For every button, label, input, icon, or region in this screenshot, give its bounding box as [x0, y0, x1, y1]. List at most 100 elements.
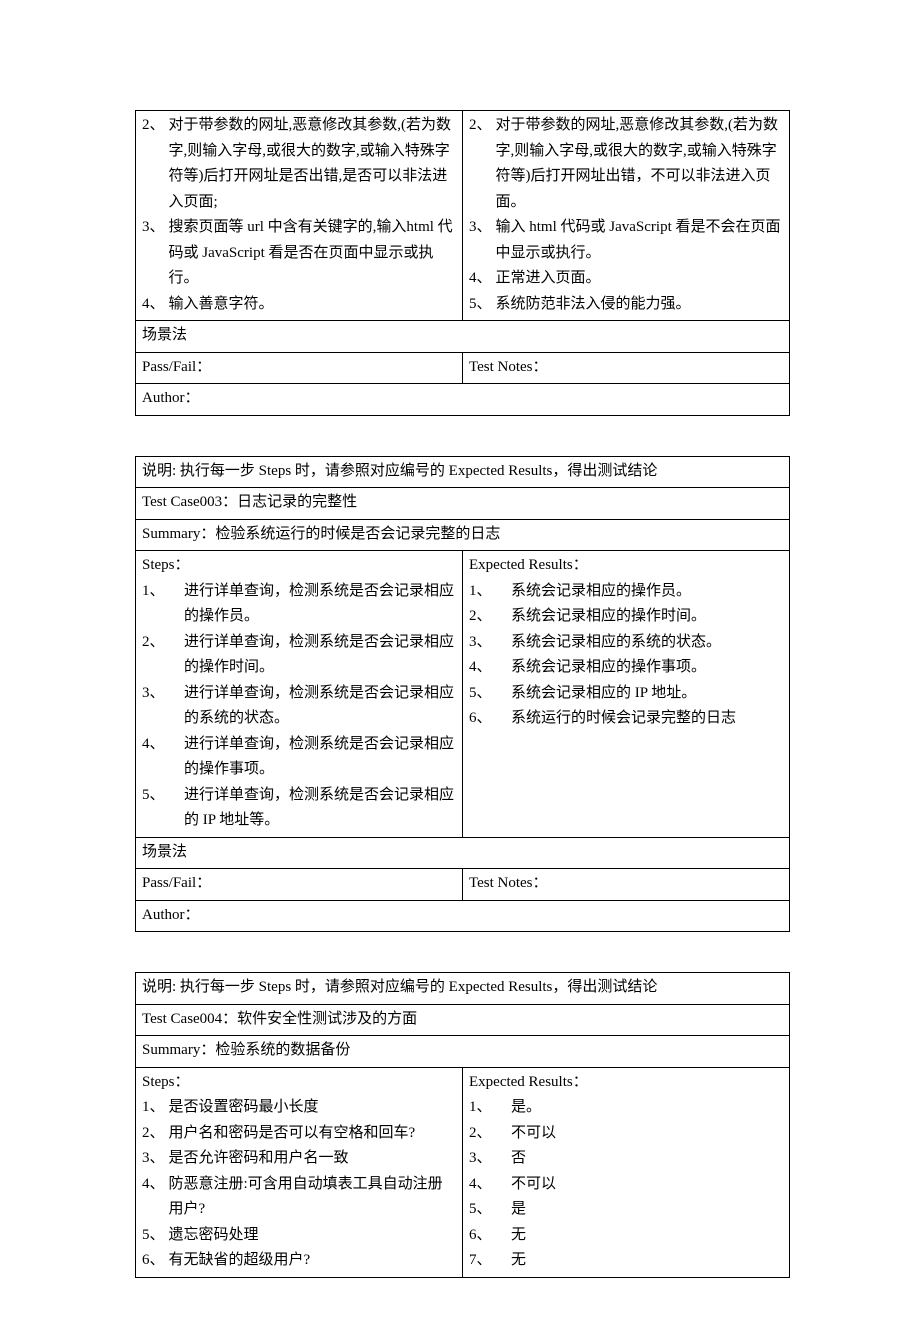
- list-text: 系统防范非法入侵的能力强。: [496, 292, 783, 318]
- list-item: 4、输入善意字符。: [142, 292, 456, 318]
- list-text: 进行详单查询，检测系统是否会记录相应的操作事项。: [184, 732, 456, 783]
- list-number: 5、: [469, 681, 511, 707]
- list-number: 4、: [142, 732, 184, 758]
- list-number: 7、: [469, 1248, 511, 1274]
- list-number: 4、: [469, 266, 496, 292]
- list-text: 不可以: [511, 1172, 783, 1198]
- expected-results-label: Expected Results：: [469, 1070, 783, 1096]
- list-item: 1、是否设置密码最小长度: [142, 1095, 456, 1121]
- list-item: 6、有无缺省的超级用户?: [142, 1248, 456, 1274]
- list-number: 5、: [469, 1197, 511, 1223]
- list-text: 输入善意字符。: [169, 292, 456, 318]
- list-number: 3、: [469, 1146, 511, 1172]
- list-item: 5、是: [469, 1197, 783, 1223]
- list-item: 7、无: [469, 1248, 783, 1274]
- list-text: 无: [511, 1223, 783, 1249]
- list-number: 3、: [469, 215, 496, 241]
- table-row: 场景法: [136, 837, 790, 869]
- list-text: 进行详单查询，检测系统是否会记录相应的操作员。: [184, 579, 456, 630]
- testnotes-cell: Test Notes：: [463, 869, 790, 901]
- list-number: 3、: [469, 630, 511, 656]
- list-item: 5、系统防范非法入侵的能力强。: [469, 292, 783, 318]
- list-text: 搜索页面等 url 中含有关键字的,输入html 代码或 JavaScript …: [169, 215, 456, 292]
- table-row: 2、对于带参数的网址,恶意修改其参数,(若为数字,则输入字母,或很大的数字,或输…: [136, 111, 790, 321]
- list-number: 1、: [142, 1095, 169, 1121]
- summary-cell: Summary：检验系统运行的时候是否会记录完整的日志: [136, 519, 790, 551]
- list-item: 2、不可以: [469, 1121, 783, 1147]
- list-number: 4、: [469, 1172, 511, 1198]
- list-item: 3、系统会记录相应的系统的状态。: [469, 630, 783, 656]
- list-text: 进行详单查询，检测系统是否会记录相应的系统的状态。: [184, 681, 456, 732]
- list-item: 2、系统会记录相应的操作时间。: [469, 604, 783, 630]
- method-cell: 场景法: [136, 321, 790, 353]
- table-row: Pass/Fail： Test Notes：: [136, 869, 790, 901]
- table-row: Test Case004：软件安全性测试涉及的方面: [136, 1004, 790, 1036]
- list-text: 否: [511, 1146, 783, 1172]
- list-item: 2、用户名和密码是否可以有空格和回车?: [142, 1121, 456, 1147]
- list-text: 系统会记录相应的操作时间。: [511, 604, 783, 630]
- list-text: 对于带参数的网址,恶意修改其参数,(若为数字,则输入字母,或很大的数字,或输入特…: [169, 113, 456, 215]
- testcase-table-2: 说明: 执行每一步 Steps 时，请参照对应编号的 Expected Resu…: [135, 456, 790, 933]
- testcase-table-3: 说明: 执行每一步 Steps 时，请参照对应编号的 Expected Resu…: [135, 972, 790, 1278]
- method-cell: 场景法: [136, 837, 790, 869]
- list-number: 6、: [469, 706, 511, 732]
- list-number: 4、: [142, 292, 169, 318]
- table-row: Author：: [136, 900, 790, 932]
- table-row: Steps：1、进行详单查询，检测系统是否会记录相应的操作员。2、进行详单查询，…: [136, 551, 790, 838]
- table-row: Summary：检验系统的数据备份: [136, 1036, 790, 1068]
- table-row: 说明: 执行每一步 Steps 时，请参照对应编号的 Expected Resu…: [136, 456, 790, 488]
- table-row: 说明: 执行每一步 Steps 时，请参照对应编号的 Expected Resu…: [136, 973, 790, 1005]
- expected-results-label: Expected Results：: [469, 553, 783, 579]
- list-text: 正常进入页面。: [496, 266, 783, 292]
- expected-cell: 2、对于带参数的网址,恶意修改其参数,(若为数字,则输入字母,或很大的数字,或输…: [463, 111, 790, 321]
- list-item: 2、对于带参数的网址,恶意修改其参数,(若为数字,则输入字母,或很大的数字,或输…: [469, 113, 783, 215]
- list-item: 4、正常进入页面。: [469, 266, 783, 292]
- list-text: 系统会记录相应的操作事项。: [511, 655, 783, 681]
- expected-cell: Expected Results：1、系统会记录相应的操作员。2、系统会记录相应…: [463, 551, 790, 838]
- list-item: 3、进行详单查询，检测系统是否会记录相应的系统的状态。: [142, 681, 456, 732]
- passfail-cell: Pass/Fail：: [136, 869, 463, 901]
- list-item: 1、进行详单查询，检测系统是否会记录相应的操作员。: [142, 579, 456, 630]
- summary-cell: Summary：检验系统的数据备份: [136, 1036, 790, 1068]
- steps-cell: Steps：1、进行详单查询，检测系统是否会记录相应的操作员。2、进行详单查询，…: [136, 551, 463, 838]
- expected-cell: Expected Results：1、是。2、不可以3、否4、不可以5、是6、无…: [463, 1067, 790, 1277]
- list-text: 系统会记录相应的系统的状态。: [511, 630, 783, 656]
- note-cell: 说明: 执行每一步 Steps 时，请参照对应编号的 Expected Resu…: [136, 973, 790, 1005]
- list-number: 1、: [469, 579, 511, 605]
- table-row: Author：: [136, 384, 790, 416]
- steps-cell: 2、对于带参数的网址,恶意修改其参数,(若为数字,则输入字母,或很大的数字,或输…: [136, 111, 463, 321]
- list-text: 系统运行的时候会记录完整的日志: [511, 706, 783, 732]
- list-text: 用户名和密码是否可以有空格和回车?: [169, 1121, 456, 1147]
- list-item: 1、是。: [469, 1095, 783, 1121]
- list-item: 4、不可以: [469, 1172, 783, 1198]
- note-cell: 说明: 执行每一步 Steps 时，请参照对应编号的 Expected Resu…: [136, 456, 790, 488]
- table-row: Test Case003：日志记录的完整性: [136, 488, 790, 520]
- list-text: 遗忘密码处理: [169, 1223, 456, 1249]
- list-number: 3、: [142, 681, 184, 707]
- list-number: 1、: [142, 579, 184, 605]
- list-text: 是否允许密码和用户名一致: [169, 1146, 456, 1172]
- steps-label: Steps：: [142, 553, 456, 579]
- table-row: Pass/Fail： Test Notes：: [136, 352, 790, 384]
- list-number: 3、: [142, 215, 169, 241]
- list-item: 5、系统会记录相应的 IP 地址。: [469, 681, 783, 707]
- list-number: 6、: [469, 1223, 511, 1249]
- list-text: 系统会记录相应的操作员。: [511, 579, 783, 605]
- table-row: 场景法: [136, 321, 790, 353]
- list-item: 2、进行详单查询，检测系统是否会记录相应的操作时间。: [142, 630, 456, 681]
- list-item: 2、对于带参数的网址,恶意修改其参数,(若为数字,则输入字母,或很大的数字,或输…: [142, 113, 456, 215]
- list-text: 是否设置密码最小长度: [169, 1095, 456, 1121]
- author-cell: Author：: [136, 384, 790, 416]
- list-item: 4、系统会记录相应的操作事项。: [469, 655, 783, 681]
- list-number: 2、: [469, 1121, 511, 1147]
- list-item: 5、进行详单查询，检测系统是否会记录相应的 IP 地址等。: [142, 783, 456, 834]
- list-number: 5、: [142, 783, 184, 809]
- list-text: 有无缺省的超级用户?: [169, 1248, 456, 1274]
- list-text: 防恶意注册:可含用自动填表工具自动注册用户?: [169, 1172, 456, 1223]
- list-item: 6、无: [469, 1223, 783, 1249]
- list-item: 1、系统会记录相应的操作员。: [469, 579, 783, 605]
- list-number: 1、: [469, 1095, 511, 1121]
- list-item: 3、是否允许密码和用户名一致: [142, 1146, 456, 1172]
- list-text: 系统会记录相应的 IP 地址。: [511, 681, 783, 707]
- list-number: 2、: [469, 604, 511, 630]
